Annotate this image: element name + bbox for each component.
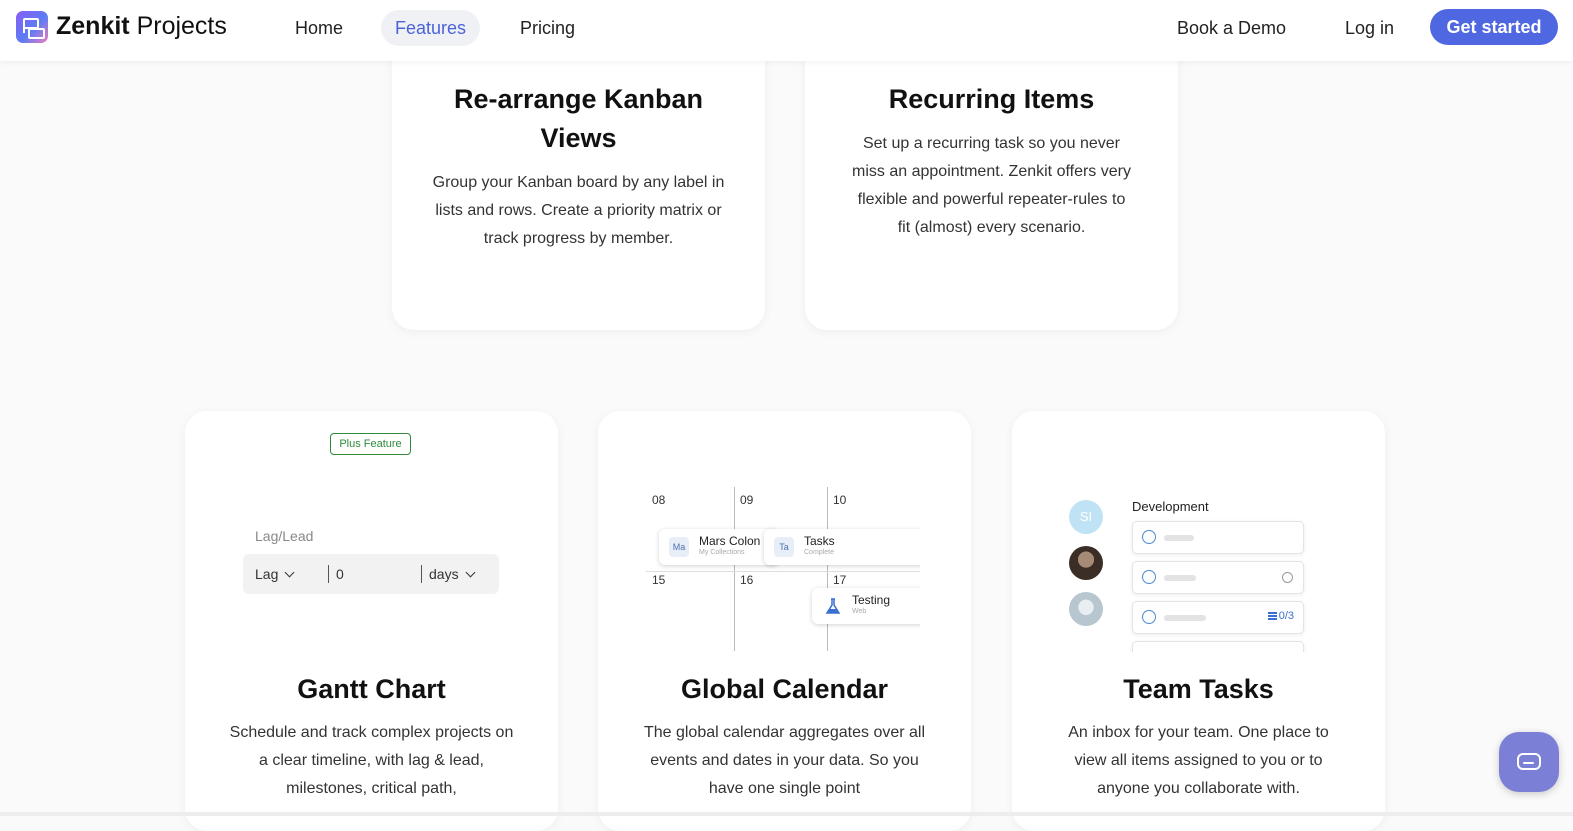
plus-feature-badge: Plus Feature: [330, 433, 411, 455]
calendar-date: 08: [652, 493, 666, 507]
book-demo-link[interactable]: Book a Demo: [1163, 10, 1300, 46]
nav-link-home[interactable]: Home: [281, 10, 357, 46]
chat-bubble-icon: [1517, 753, 1541, 770]
feature-title: Global Calendar: [680, 674, 889, 704]
lag-lead-label: Lag/Lead: [255, 528, 314, 544]
calendar-event: Testing Web: [812, 588, 920, 624]
feature-card-recurring: Recurring Items Set up a recurring task …: [805, 40, 1178, 330]
flask-icon: [825, 598, 841, 614]
calendar-illustration: 08 09 10 15 16 17 Ma Mars Colon My Colle…: [646, 487, 920, 651]
zenkit-logo-icon[interactable]: [16, 11, 48, 43]
task-row: [1132, 641, 1304, 652]
checklist-icon: [1267, 612, 1277, 620]
calendar-date: 16: [740, 573, 754, 587]
nav-link-features[interactable]: Features: [381, 10, 481, 46]
top-navigation: Zenkit Projects Home Features Pricing Bo…: [0, 0, 1573, 61]
lag-unit-select[interactable]: days: [429, 554, 476, 594]
group-label: Development: [1132, 499, 1209, 514]
feature-description: Set up a recurring task so you never mis…: [852, 135, 1131, 236]
chat-widget-button[interactable]: [1499, 732, 1559, 792]
feature-description: The global calendar aggregates over all …: [643, 724, 926, 797]
feature-description: Group your Kanban board by any label in …: [432, 174, 725, 247]
feature-card-calendar: 08 09 10 15 16 17 Ma Mars Colon My Colle…: [598, 411, 971, 831]
feature-description: Schedule and track complex projects on a…: [229, 724, 514, 797]
checkbox-circle-icon: [1142, 570, 1156, 584]
calendar-date: 15: [652, 573, 666, 587]
feature-title: Team Tasks: [1123, 674, 1274, 704]
lag-lead-control: Lag 0 days: [243, 554, 499, 594]
team-tasks-illustration: SI Development 0/3: [1062, 497, 1352, 652]
lag-type-select[interactable]: Lag: [255, 554, 295, 594]
feature-card-gantt: Plus Feature Lag/Lead Lag 0 days Gantt C…: [185, 411, 558, 831]
task-row: [1132, 561, 1304, 594]
subtask-count: 0/3: [1267, 610, 1294, 622]
feature-card-kanban: Re-arrange Kanban Views Group your Kanba…: [392, 40, 765, 330]
avatar: [1069, 592, 1103, 626]
avatar: SI: [1069, 500, 1103, 534]
lag-amount-input[interactable]: 0: [336, 554, 344, 594]
feature-card-team-tasks: SI Development 0/3 Team Tasks An inbox f…: [1012, 411, 1385, 831]
task-row: [1132, 521, 1304, 554]
nav-link-pricing[interactable]: Pricing: [506, 10, 589, 46]
checkbox-circle-icon: [1142, 610, 1156, 624]
feature-title: Re-arrange Kanban Views: [453, 84, 704, 153]
calendar-date: 17: [833, 573, 847, 587]
get-started-button[interactable]: Get started: [1430, 9, 1558, 45]
chevron-down-icon: [465, 567, 476, 578]
calendar-event: Ma Mars Colon My Collections: [659, 529, 779, 565]
calendar-event: Ta Tasks Complete: [764, 529, 920, 565]
page-bottom-edge: [0, 812, 1573, 816]
calendar-date: 10: [833, 493, 847, 507]
brand-name[interactable]: Zenkit Projects: [56, 12, 227, 41]
task-row: 0/3: [1132, 601, 1304, 634]
avatar: [1069, 546, 1103, 580]
chevron-down-icon: [284, 567, 295, 578]
checkbox-circle-icon: [1142, 530, 1156, 544]
calendar-date: 09: [740, 493, 754, 507]
feature-description: An inbox for your team. One place to vie…: [1068, 724, 1329, 797]
feature-title: Gantt Chart: [297, 674, 446, 704]
clock-icon: [1282, 572, 1293, 583]
login-link[interactable]: Log in: [1331, 10, 1408, 46]
feature-title: Recurring Items: [888, 84, 1095, 114]
